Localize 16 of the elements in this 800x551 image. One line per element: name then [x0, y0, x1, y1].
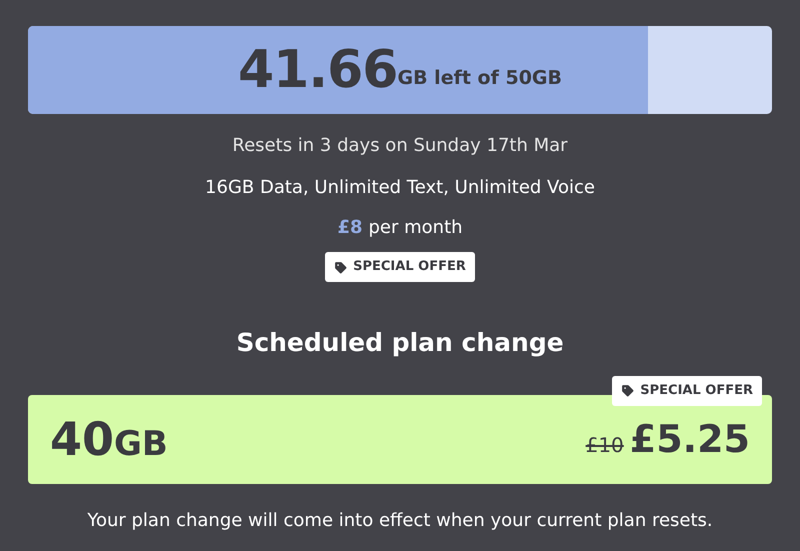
tag-icon	[621, 384, 634, 397]
tag-icon	[334, 260, 348, 274]
data-remaining: 41.66	[238, 39, 398, 102]
badge-label: SPECIAL OFFER	[353, 258, 466, 276]
plan-data-unit: GB	[114, 422, 168, 466]
plan-details: 16GB Data, Unlimited Text, Unlimited Voice	[205, 176, 595, 200]
old-price: £10	[586, 432, 624, 458]
plan-data-amount: 40	[50, 410, 114, 468]
reset-info: Resets in 3 days on Sunday 17th Mar	[232, 134, 568, 158]
data-remaining-label: GB left of 50GB	[397, 66, 562, 91]
monthly-price: £8	[337, 216, 362, 240]
plan-change-note: Your plan change will come into effect when your current plan resets.	[87, 508, 713, 532]
new-price: £5.25	[630, 416, 750, 462]
badge-label: SPECIAL OFFER	[640, 382, 753, 400]
section-heading: Scheduled plan change	[236, 327, 564, 359]
price-period: per month	[368, 216, 463, 240]
